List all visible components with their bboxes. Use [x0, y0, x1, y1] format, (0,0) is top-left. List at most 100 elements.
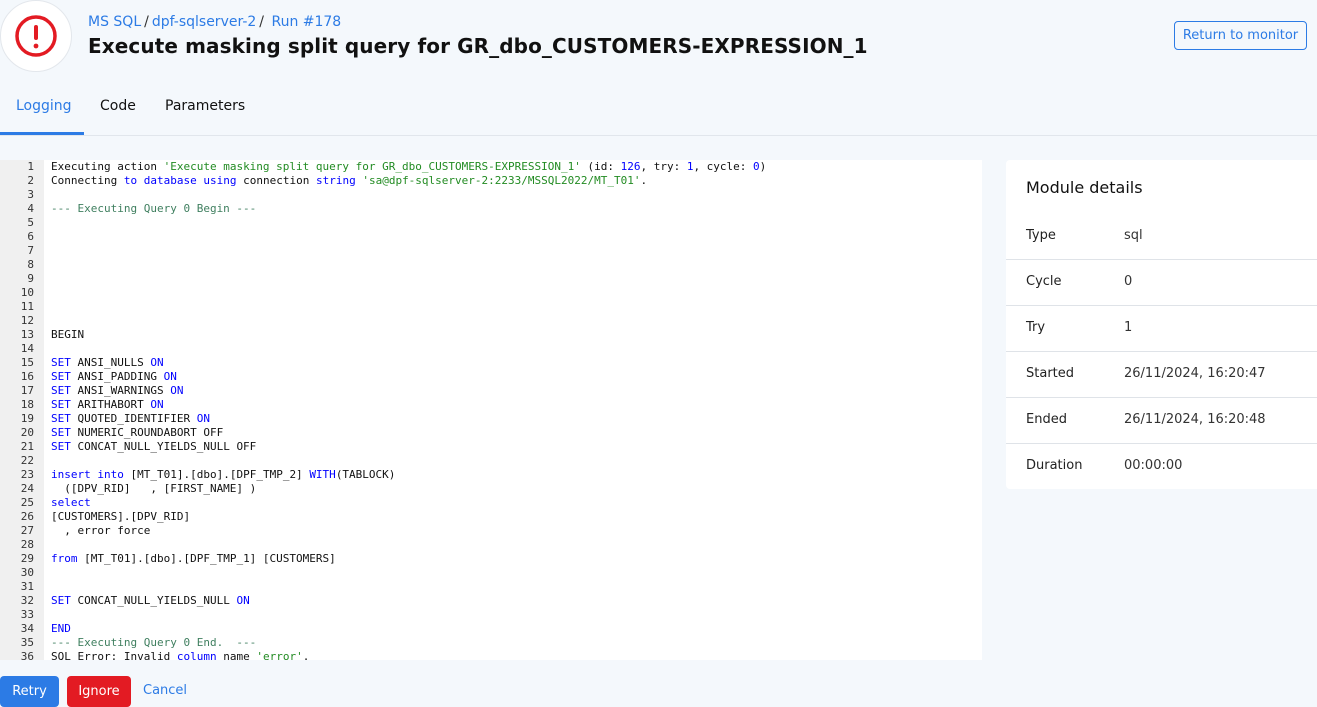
line-number: 25 — [20, 496, 34, 509]
line-number: 6 — [27, 230, 34, 243]
token-kw: SET — [51, 356, 71, 369]
tab-code[interactable]: Code — [100, 98, 136, 114]
detail-label: Cycle — [1026, 274, 1062, 289]
token-kw: ON — [150, 398, 164, 411]
log-line: 29 from [MT_T01].[dbo].[DPF_TMP_1] [CUSTO… — [0, 552, 982, 566]
token: ANSI_PADDING — [70, 370, 164, 383]
line-number: 35 — [20, 636, 34, 649]
line-text — [34, 230, 51, 244]
log-line: 33 — [0, 608, 982, 622]
tab-logging[interactable]: Logging — [16, 98, 72, 114]
line-number: 18 — [20, 398, 34, 411]
token-kw: using — [203, 174, 237, 187]
log-line: 34 END — [0, 622, 982, 636]
log-line: 35 --- Executing Query 0 End. --- — [0, 636, 982, 650]
token: BEGIN — [51, 328, 85, 341]
line-text: SET ANSI_WARNINGS ON — [34, 384, 183, 398]
token-cmt: --- Executing Query 0 Begin --- — [51, 202, 257, 215]
log-line: 4 --- Executing Query 0 Begin --- — [0, 202, 982, 216]
return-to-monitor-button[interactable]: Return to monitor — [1174, 21, 1307, 50]
page-title: Execute masking split query for GR_dbo_C… — [88, 34, 868, 58]
token-cmt: --- Executing Query 0 End. --- — [51, 636, 257, 649]
token-kw: SET — [51, 426, 71, 439]
line-text — [34, 608, 51, 622]
ignore-button[interactable]: Ignore — [67, 676, 131, 707]
line-text — [34, 454, 51, 468]
tab-parameters[interactable]: Parameters — [165, 98, 245, 114]
token: (id: — [580, 160, 621, 173]
log-line: 11 — [0, 300, 982, 314]
log-line: 12 — [0, 314, 982, 328]
log-line: 17 SET ANSI_WARNINGS ON — [0, 384, 982, 398]
log-line: 7 — [0, 244, 982, 258]
token: [CUSTOMERS].[DPV_RID] — [51, 510, 191, 523]
active-tab-indicator — [0, 132, 84, 135]
token: ) — [759, 160, 767, 173]
log-line: 6 — [0, 230, 982, 244]
line-number: 8 — [27, 258, 34, 271]
tab-bar: Logging Code Parameters — [0, 80, 1317, 136]
token: ANSI_WARNINGS — [70, 384, 171, 397]
line-text: BEGIN — [34, 328, 84, 342]
token-kw: database — [143, 174, 197, 187]
log-line: 26 [CUSTOMERS].[DPV_RID] — [0, 510, 982, 524]
line-number: 36 — [20, 650, 34, 660]
line-number: 32 — [20, 594, 34, 607]
detail-value: 26/11/2024, 16:20:47 — [1124, 366, 1266, 381]
line-number: 11 — [20, 300, 34, 313]
detail-label: Started — [1026, 366, 1075, 381]
line-text: Executing action 'Execute masking split … — [34, 160, 766, 174]
token-kw: insert — [51, 468, 91, 481]
log-line: 13 BEGIN — [0, 328, 982, 342]
token-kw: ON — [150, 356, 164, 369]
line-text: SET ARITHABORT ON — [34, 398, 164, 412]
detail-value: 26/11/2024, 16:20:48 — [1124, 412, 1266, 427]
log-line: 1 Executing action 'Execute masking split… — [0, 160, 982, 174]
token-kw: SET — [51, 440, 71, 453]
token-kw: into — [97, 468, 124, 481]
line-text: [CUSTOMERS].[DPV_RID] — [34, 510, 190, 524]
detail-label: Duration — [1026, 458, 1083, 473]
log-line: 32 SET CONCAT_NULL_YIELDS_NULL ON — [0, 594, 982, 608]
log-line: 18 SET ARITHABORT ON — [0, 398, 982, 412]
line-text: SET ANSI_PADDING ON — [34, 370, 177, 384]
log-lines: 1 Executing action 'Execute masking split… — [0, 160, 982, 660]
line-text: from [MT_T01].[dbo].[DPF_TMP_1] [CUSTOME… — [34, 552, 336, 566]
breadcrumb-ms-sql[interactable]: MS SQL — [88, 14, 141, 30]
status-indicator — [0, 0, 72, 72]
token-num: 0 — [753, 160, 760, 173]
detail-row-cycle: Cycle 0 — [1006, 259, 1317, 306]
breadcrumb-run[interactable]: Run #178 — [271, 14, 341, 30]
token-kw: WITH — [309, 468, 336, 481]
line-number: 20 — [20, 426, 34, 439]
retry-button[interactable]: Retry — [0, 676, 59, 707]
line-number: 4 — [27, 202, 34, 215]
cancel-link[interactable]: Cancel — [143, 683, 187, 698]
line-number: 16 — [20, 370, 34, 383]
detail-row-ended: Ended 26/11/2024, 16:20:48 — [1006, 397, 1317, 444]
breadcrumb-separator: / — [144, 14, 149, 30]
token-kw: ON — [196, 412, 210, 425]
line-text — [34, 244, 51, 258]
token-kw: SET — [51, 384, 71, 397]
line-text: insert into [MT_T01].[dbo].[DPF_TMP_2] W… — [34, 468, 395, 482]
line-text: SET QUOTED_IDENTIFIER ON — [34, 412, 210, 426]
detail-label: Ended — [1026, 412, 1067, 427]
line-text: Connecting to database using connection … — [34, 174, 647, 188]
token-str: 'Execute masking split query for GR_dbo_… — [163, 160, 581, 173]
line-text: SET ANSI_NULLS ON — [34, 356, 164, 370]
log-line: 36 SQL Error: Invalid column name 'error'… — [0, 650, 982, 660]
line-number: 29 — [20, 552, 34, 565]
line-number: 21 — [20, 440, 34, 453]
token: [MT_T01].[dbo].[DPF_TMP_1] [CUSTOMERS] — [77, 552, 336, 565]
token: (TABLOCK) — [335, 468, 396, 481]
line-number: 3 — [27, 188, 34, 201]
token-kw: to — [123, 174, 138, 187]
line-text: --- Executing Query 0 End. --- — [34, 636, 256, 650]
line-text: SET NUMERIC_ROUNDABORT OFF — [34, 426, 223, 440]
log-viewer[interactable]: 1 Executing action 'Execute masking split… — [0, 160, 982, 660]
line-text: END — [34, 622, 71, 636]
log-line: 10 — [0, 286, 982, 300]
breadcrumb-server[interactable]: dpf-sqlserver-2 — [152, 14, 256, 30]
token-str: 'error' — [256, 650, 303, 660]
